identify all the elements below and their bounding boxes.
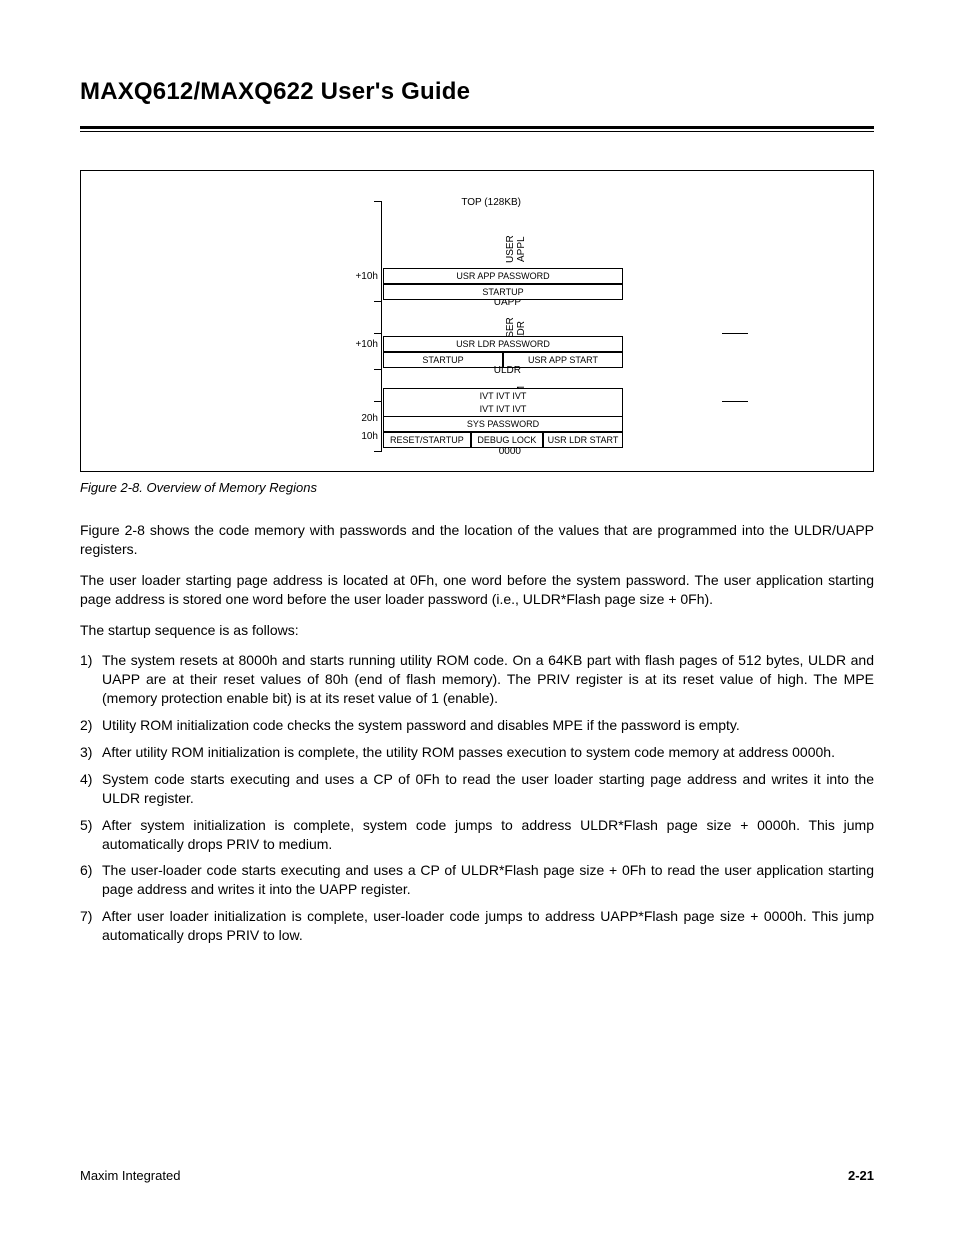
paragraph-3: The startup sequence is as follows:: [80, 621, 874, 640]
paragraph-2: The user loader starting page address is…: [80, 571, 874, 609]
body-text: Figure 2-8 shows the code memory with pa…: [80, 521, 874, 945]
box-ivt-1: IVT IVT IVT: [383, 388, 623, 402]
page-title: MAXQ612/MAXQ622 User's Guide: [80, 78, 874, 106]
rule-thick: [80, 126, 874, 129]
offset-20h: 20h: [354, 413, 378, 424]
label-top: TOP (128KB): [461, 197, 521, 208]
offset-10b: +10h: [354, 339, 378, 350]
steps-list: 1)The system resets at 8000h and starts …: [80, 651, 874, 945]
figure-caption: Figure 2-8. Overview of Memory Regions: [80, 480, 874, 495]
step-4: 4)System code starts executing and uses …: [80, 770, 874, 808]
step-2: 2)Utility ROM initialization code checks…: [80, 716, 874, 735]
paragraph-1: Figure 2-8 shows the code memory with pa…: [80, 521, 874, 559]
step-5: 5)After system initialization is complet…: [80, 816, 874, 854]
box-startup-2: STARTUP: [383, 352, 503, 368]
step-6: 6)The user-loader code starts executing …: [80, 861, 874, 899]
figure-memory-regions: TOP (128KB) UAPP ULDR 0000 USER APPL USE…: [80, 170, 874, 472]
step-3: 3)After utility ROM initialization is co…: [80, 743, 874, 762]
box-usr-ldr-pw: USR LDR PASSWORD: [383, 336, 623, 352]
vlabel-user-appl: USER APPL: [505, 229, 527, 269]
box-uldr-start: USR LDR START: [543, 432, 623, 448]
page-footer: Maxim Integrated 2-21: [80, 1168, 874, 1183]
box-debug: DEBUG LOCK: [471, 432, 543, 448]
row-sys-bottom: RESET/STARTUP DEBUG LOCK USR LDR START: [383, 432, 623, 448]
box-sys-pw: SYS PASSWORD: [383, 416, 623, 432]
box-ivt-2: IVT IVT IVT: [383, 402, 623, 416]
row-ldr-bottom: STARTUP USR APP START: [383, 352, 623, 368]
box-startup-1: STARTUP: [383, 284, 623, 300]
box-reset: RESET/STARTUP: [383, 432, 471, 448]
footer-publisher: Maxim Integrated: [80, 1168, 180, 1183]
box-usr-app-start: USR APP START: [503, 352, 623, 368]
step-7: 7)After user loader initialization is co…: [80, 907, 874, 945]
offset-10h: 10h: [354, 431, 378, 442]
rule-thin: [80, 131, 874, 132]
offset-10a: +10h: [354, 271, 378, 282]
box-usr-app-pw: USR APP PASSWORD: [383, 268, 623, 284]
step-1: 1)The system resets at 8000h and starts …: [80, 651, 874, 708]
footer-page-number: 2-21: [848, 1168, 874, 1183]
